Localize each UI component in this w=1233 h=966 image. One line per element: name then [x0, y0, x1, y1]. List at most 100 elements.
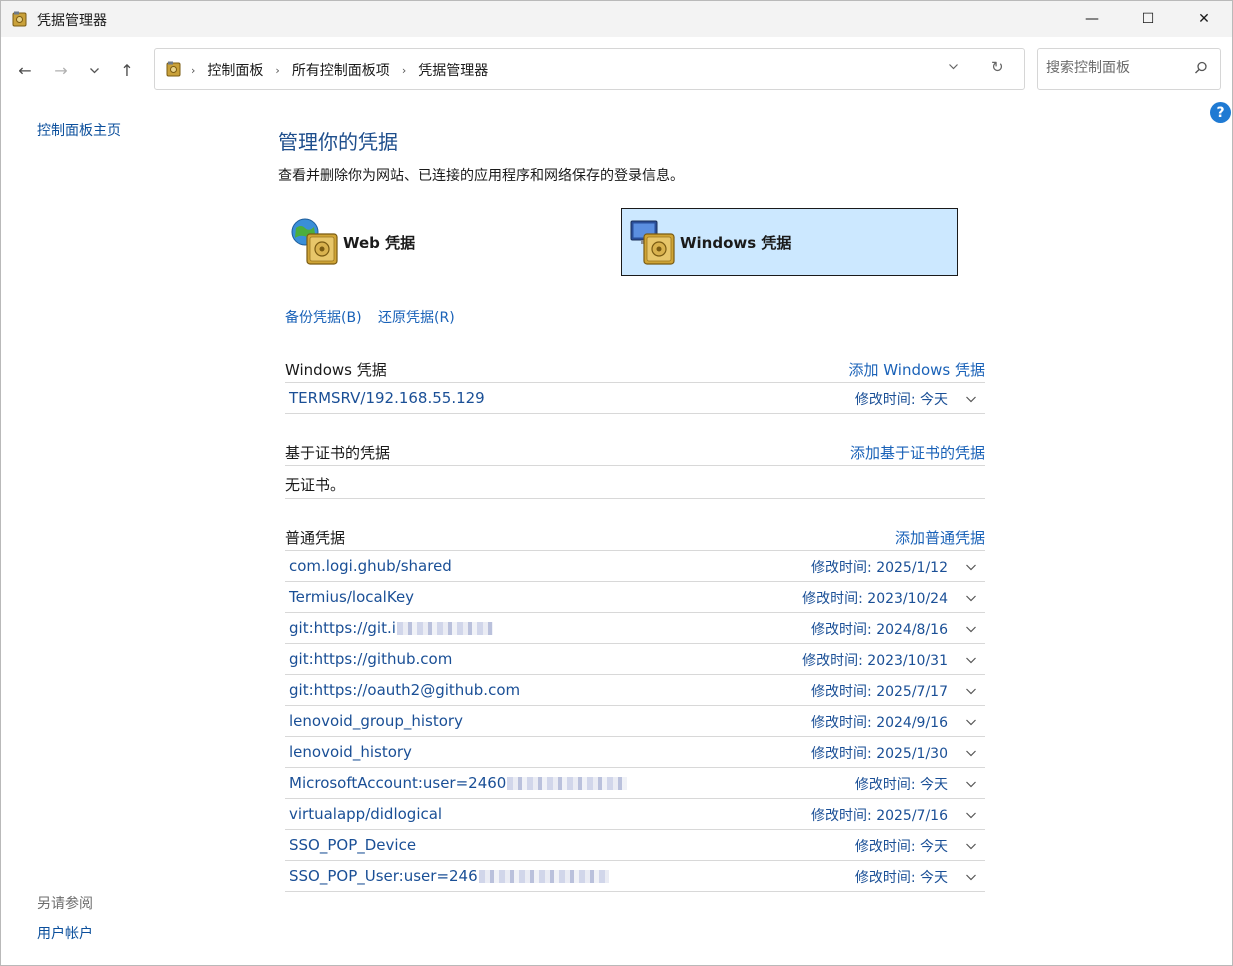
add-generic-credential-link[interactable]: 添加普通凭据	[895, 527, 985, 548]
window-title: 凭据管理器	[37, 13, 107, 29]
credential-modified: 修改时间: 今天	[854, 839, 948, 855]
section-header: 基于证书的凭据 添加基于证书的凭据	[285, 434, 985, 466]
navigation-bar: ← → ↑ › 控制面板 › 所有控制面板项 › 凭据管理器 ↻	[1, 37, 1232, 101]
credential-name-wrapper: git:https://git.i	[289, 619, 493, 637]
credential-modified: 修改时间: 2024/9/16	[811, 715, 948, 731]
section-header: 普通凭据 添加普通凭据	[285, 519, 985, 551]
credential-row[interactable]: lenovoid_history 修改时间: 2025/1/30	[285, 737, 985, 768]
credential-name: com.logi.ghub/shared	[289, 557, 452, 575]
close-button[interactable]: ✕	[1181, 1, 1227, 37]
redacted-text	[396, 622, 493, 635]
credential-row[interactable]: git:https://git.i 修改时间: 2024/8/16	[285, 613, 985, 644]
credential-modified: 修改时间: 今天	[854, 870, 948, 886]
breadcrumb-chevron-icon[interactable]: ›	[191, 64, 195, 77]
add-windows-credential-link[interactable]: 添加 Windows 凭据	[849, 359, 986, 380]
add-certificate-credential-link[interactable]: 添加基于证书的凭据	[850, 442, 985, 463]
breadcrumb-chevron-icon[interactable]: ›	[275, 64, 279, 77]
credential-modified: 修改时间: 2023/10/31	[802, 653, 948, 669]
web-credentials-label: Web 凭据	[343, 233, 416, 252]
breadcrumb-chevron-icon[interactable]: ›	[402, 64, 406, 77]
restore-credentials-link[interactable]: 还原凭据(R)	[378, 307, 455, 327]
section-header: Windows 凭据 添加 Windows 凭据	[285, 351, 985, 383]
credential-vault-icon	[166, 61, 181, 77]
section-title: Windows 凭据	[285, 361, 387, 379]
web-credentials-tile[interactable]: Web 凭据	[285, 208, 585, 276]
credential-row[interactable]: TERMSRV/192.168.55.129 修改时间: 今天	[285, 383, 985, 414]
credential-name: virtualapp/didlogical	[289, 805, 443, 823]
expand-chevron-icon[interactable]	[965, 809, 977, 821]
web-credentials-icon	[291, 218, 338, 265]
user-accounts-link[interactable]: 用户帐户	[37, 923, 93, 943]
expand-chevron-icon[interactable]	[965, 778, 977, 790]
address-dropdown-icon[interactable]	[948, 61, 959, 75]
credential-row[interactable]: git:https://oauth2@github.com 修改时间: 2025…	[285, 675, 985, 706]
forward-arrow-icon[interactable]: →	[50, 59, 72, 81]
search-box[interactable]	[1037, 48, 1221, 90]
up-arrow-icon[interactable]: ↑	[116, 59, 138, 81]
breadcrumb: › 控制面板 › 所有控制面板项 › 凭据管理器	[191, 60, 488, 80]
expand-chevron-icon[interactable]	[965, 393, 977, 405]
credential-name: Termius/localKey	[289, 588, 415, 606]
credential-row[interactable]: Termius/localKey 修改时间: 2023/10/24	[285, 582, 985, 613]
search-icon[interactable]	[1193, 60, 1209, 76]
minimize-button[interactable]: —	[1069, 1, 1115, 37]
credential-row[interactable]: lenovoid_group_history 修改时间: 2024/9/16	[285, 706, 985, 737]
recent-locations-chevron-icon[interactable]	[83, 59, 105, 81]
page-title: 管理你的凭据	[278, 130, 398, 154]
windows-credentials-tile[interactable]: Windows 凭据	[621, 208, 958, 276]
windows-credentials-section: Windows 凭据 添加 Windows 凭据 TERMSRV/192.168…	[285, 351, 985, 414]
breadcrumb-credential-manager[interactable]: 凭据管理器	[418, 60, 488, 80]
credential-name: MicrosoftAccount:user=2460	[289, 774, 507, 792]
credential-name-wrapper: SSO_POP_User:user=246	[289, 867, 609, 885]
credential-name-wrapper: MicrosoftAccount:user=2460	[289, 774, 628, 792]
expand-chevron-icon[interactable]	[965, 592, 977, 604]
credential-name: TERMSRV/192.168.55.129	[289, 389, 485, 407]
title-bar: 凭据管理器 — ☐ ✕	[1, 1, 1232, 37]
expand-chevron-icon[interactable]	[965, 623, 977, 635]
expand-chevron-icon[interactable]	[965, 747, 977, 759]
maximize-button[interactable]: ☐	[1125, 1, 1171, 37]
expand-chevron-icon[interactable]	[965, 685, 977, 697]
redacted-text	[478, 870, 609, 883]
page-description: 查看并删除你为网站、已连接的应用程序和网络保存的登录信息。	[278, 168, 684, 184]
credential-row[interactable]: SSO_POP_User:user=246 修改时间: 今天	[285, 861, 985, 892]
backup-credentials-link[interactable]: 备份凭据(B)	[285, 307, 362, 327]
credential-name: lenovoid_group_history	[289, 712, 463, 730]
credential-name: SSO_POP_User:user=246	[289, 867, 478, 885]
credential-modified: 修改时间: 2025/7/16	[811, 808, 948, 824]
credential-modified: 修改时间: 2025/1/30	[811, 746, 948, 762]
credential-row[interactable]: git:https://github.com 修改时间: 2023/10/31	[285, 644, 985, 675]
credential-row[interactable]: SSO_POP_Device 修改时间: 今天	[285, 830, 985, 861]
credential-name: SSO_POP_Device	[289, 836, 417, 854]
control-panel-home-link[interactable]: 控制面板主页	[37, 120, 121, 140]
credential-modified: 修改时间: 今天	[854, 777, 948, 793]
windows-credentials-label: Windows 凭据	[680, 233, 792, 252]
credential-modified: 修改时间: 今天	[854, 392, 948, 408]
expand-chevron-icon[interactable]	[965, 561, 977, 573]
expand-chevron-icon[interactable]	[965, 716, 977, 728]
section-title: 基于证书的凭据	[285, 444, 391, 462]
refresh-icon[interactable]: ↻	[991, 58, 1004, 76]
back-arrow-icon[interactable]: ←	[14, 59, 36, 81]
credential-row[interactable]: com.logi.ghub/shared 修改时间: 2025/1/12	[285, 551, 985, 582]
expand-chevron-icon[interactable]	[965, 840, 977, 852]
search-input[interactable]	[1046, 60, 1186, 76]
breadcrumb-all-items[interactable]: 所有控制面板项	[292, 60, 390, 80]
address-bar[interactable]: › 控制面板 › 所有控制面板项 › 凭据管理器 ↻	[154, 48, 1025, 90]
empty-state: 无证书。	[285, 466, 985, 499]
generic-credentials-section: 普通凭据 添加普通凭据 com.logi.ghub/shared 修改时间: 2…	[285, 519, 985, 892]
credential-row[interactable]: MicrosoftAccount:user=2460 修改时间: 今天	[285, 768, 985, 799]
expand-chevron-icon[interactable]	[965, 654, 977, 666]
credential-manager-window: 凭据管理器 — ☐ ✕ ← → ↑ › 控制面板 › 所有控制面板项 › 凭据管…	[0, 0, 1233, 966]
credential-name: git:https://git.i	[289, 619, 396, 637]
help-icon[interactable]: ?	[1210, 102, 1231, 123]
breadcrumb-control-panel[interactable]: 控制面板	[207, 60, 263, 80]
credential-row[interactable]: virtualapp/didlogical 修改时间: 2025/7/16	[285, 799, 985, 830]
redacted-text	[507, 777, 628, 790]
section-title: 普通凭据	[285, 529, 346, 547]
credential-name: git:https://github.com	[289, 650, 453, 668]
certificate-credentials-section: 基于证书的凭据 添加基于证书的凭据 无证书。	[285, 434, 985, 499]
credential-modified: 修改时间: 2025/7/17	[811, 684, 948, 700]
expand-chevron-icon[interactable]	[965, 871, 977, 883]
no-certificates-text: 无证书。	[285, 476, 346, 494]
